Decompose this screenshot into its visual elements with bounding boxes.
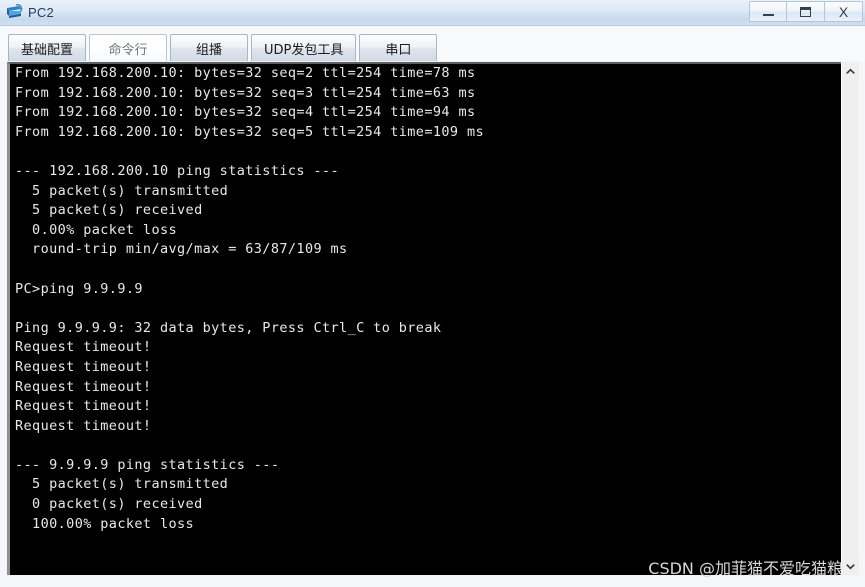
tab-label: 命令行: [108, 42, 148, 58]
minimize-icon: [762, 14, 774, 16]
tab-label: 组播: [196, 42, 223, 58]
maximize-button[interactable]: [787, 1, 825, 22]
close-icon: X: [838, 3, 849, 20]
tab-label: 基础配置: [21, 42, 74, 58]
window-controls: X: [749, 1, 863, 23]
pc2-window: PC2 X 基础配置 命令行 组播 UDP发包工具 串口 From 192.16…: [0, 0, 865, 587]
tab-basic-config[interactable]: 基础配置: [8, 34, 87, 61]
terminal-console[interactable]: From 192.168.200.10: bytes=32 seq=2 ttl=…: [7, 62, 841, 575]
terminal-scrollbar[interactable]: [841, 62, 859, 575]
scrollbar-track[interactable]: [842, 79, 858, 558]
chevron-up-icon: [846, 68, 855, 74]
maximize-icon: [800, 6, 811, 17]
tab-label: UDP发包工具: [264, 42, 344, 58]
titlebar: PC2 X: [0, 0, 865, 26]
pc-device-icon: [7, 3, 23, 18]
window-title: PC2: [28, 5, 54, 20]
scroll-up-button[interactable]: [842, 62, 859, 79]
tab-udp-tool[interactable]: UDP发包工具: [251, 34, 357, 61]
close-button[interactable]: X: [825, 1, 863, 22]
tab-label: 串口: [385, 42, 412, 58]
tab-multicast[interactable]: 组播: [170, 34, 249, 61]
terminal-output: From 192.168.200.10: bytes=32 seq=2 ttl=…: [15, 64, 841, 575]
terminal-prompt: PC>: [15, 574, 41, 575]
scroll-down-button[interactable]: [842, 558, 859, 575]
tab-serial-port[interactable]: 串口: [359, 34, 438, 61]
tab-command-line[interactable]: 命令行: [89, 34, 168, 61]
chevron-down-icon: [846, 563, 855, 569]
tab-strip: 基础配置 命令行 组播 UDP发包工具 串口: [0, 26, 865, 61]
terminal-panel: From 192.168.200.10: bytes=32 seq=2 ttl=…: [6, 61, 859, 576]
minimize-button[interactable]: [749, 1, 787, 22]
